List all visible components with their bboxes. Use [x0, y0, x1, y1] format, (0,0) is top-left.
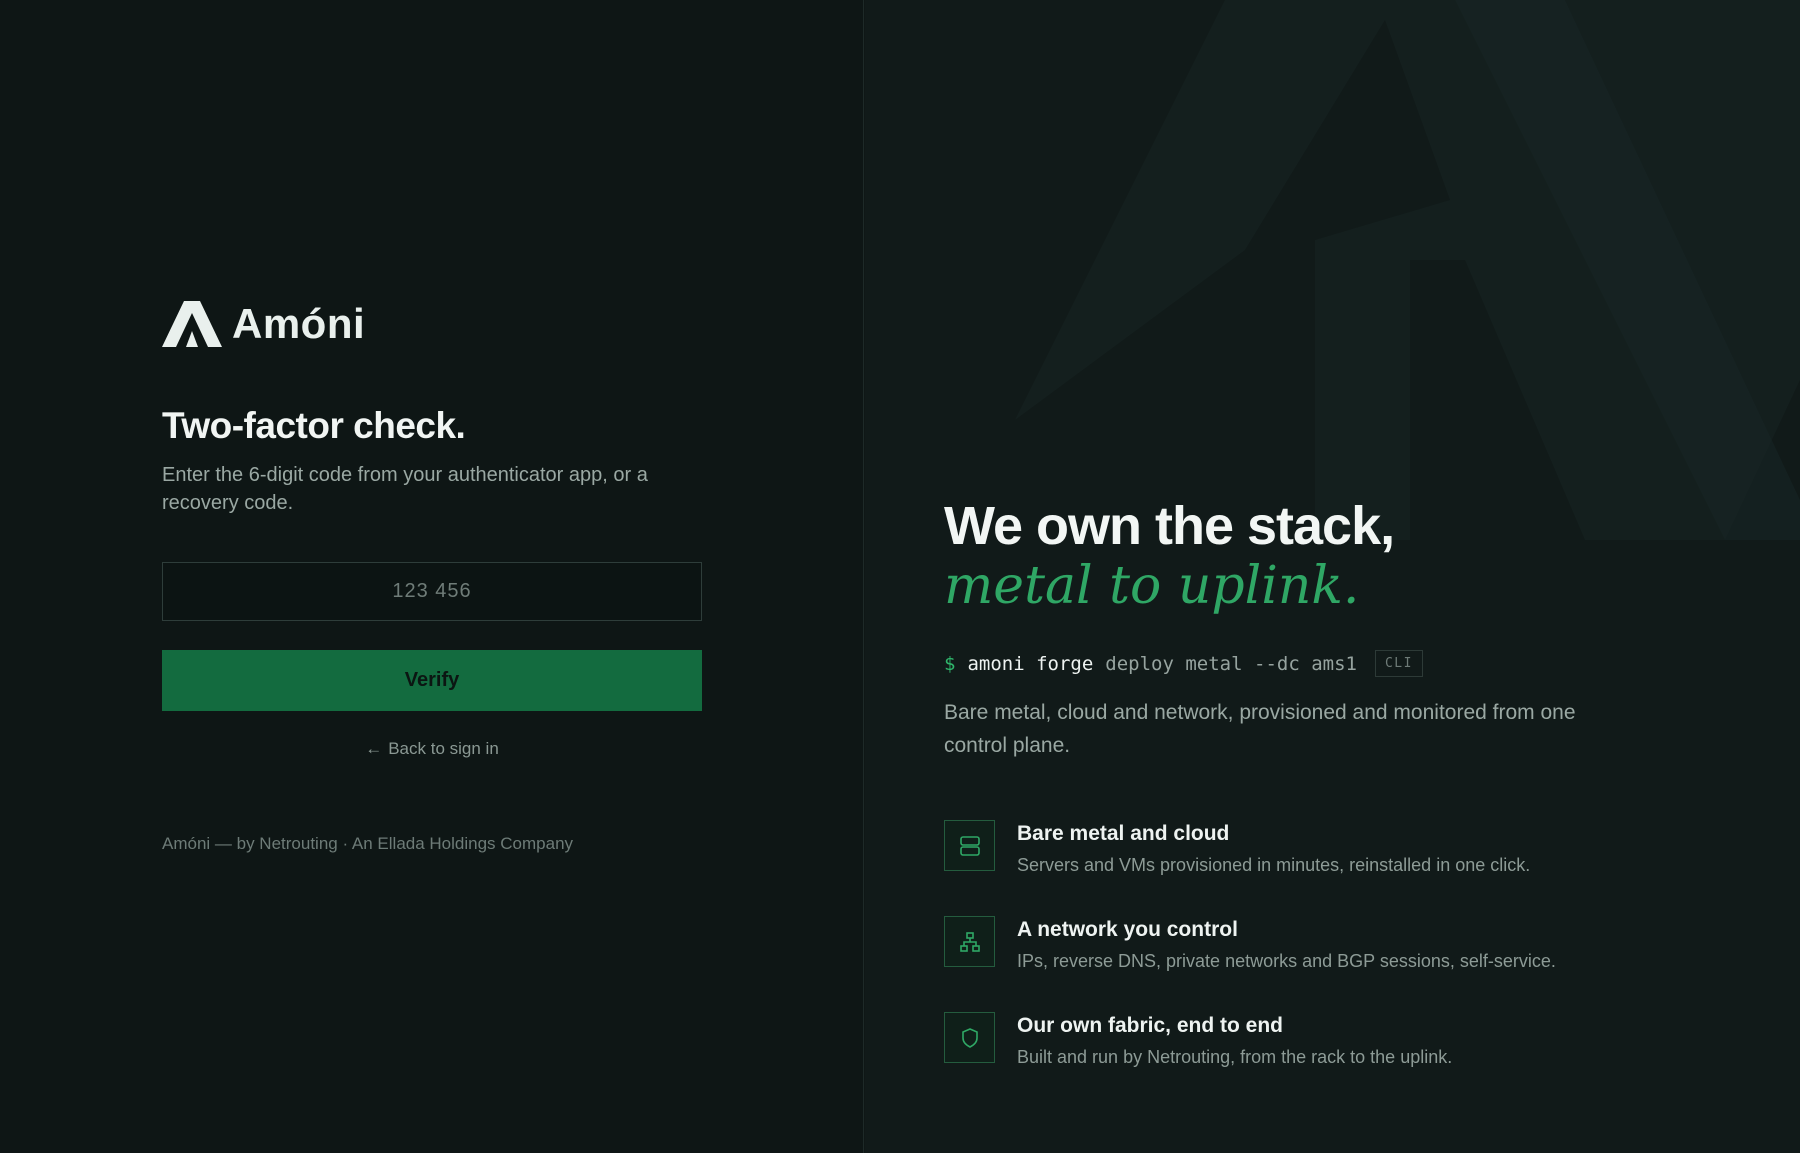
hero-headline-accent: metal to uplink.: [944, 556, 1360, 616]
feature-desc: Servers and VMs provisioned in minutes, …: [1017, 855, 1531, 875]
page-subtitle: Enter the 6-digit code from your authent…: [162, 464, 648, 514]
verify-button[interactable]: Verify: [162, 650, 702, 711]
feature-desc: Built and run by Netrouting, from the ra…: [1017, 1047, 1453, 1067]
auth-panel: Amóni Two-factor check. Enter the 6-digi…: [0, 0, 864, 1153]
hero-headline: We own the stack,: [944, 496, 1395, 556]
server-icon: [944, 820, 995, 871]
cli-badge: CLI: [1374, 650, 1423, 677]
network-icon: [944, 916, 995, 967]
cli-args: deploy metal --dc ams1: [1105, 652, 1357, 675]
footer-text: Amóni — by Netrouting · An Ellada Holdin…: [162, 834, 574, 853]
background-logo-icon: [1015, 0, 1800, 540]
page-title: Two-factor check.: [162, 405, 466, 446]
brand-logo: Amóni: [162, 300, 365, 348]
hero-description: Bare metal, cloud and network, provision…: [944, 701, 1576, 757]
feature-title: A network you control: [1017, 918, 1238, 941]
back-to-sign-in-link[interactable]: ← Back to sign in: [162, 739, 702, 759]
feature-desc: IPs, reverse DNS, private networks and B…: [1017, 951, 1556, 971]
brand-name: Amóni: [232, 300, 366, 347]
arrow-left-icon: ←: [365, 739, 383, 758]
cli-command: amoni forge: [967, 652, 1094, 675]
cli-prompt: $: [944, 652, 956, 675]
amoni-logo-icon: [162, 301, 222, 347]
feature-title: Our own fabric, end to end: [1017, 1014, 1284, 1037]
cli-snippet: $ amoni forge deploy metal --dc ams1 CLI: [944, 650, 1423, 677]
marketing-panel: We own the stack, metal to uplink. $ amo…: [865, 0, 1800, 1153]
feature-item: Bare metal and cloud Servers and VMs pro…: [944, 820, 1530, 879]
feature-item: Our own fabric, end to end Built and run…: [944, 1012, 1452, 1071]
back-link-label: Back to sign in: [388, 739, 499, 758]
feature-item: A network you control IPs, reverse DNS, …: [944, 916, 1556, 975]
code-input[interactable]: [162, 562, 702, 621]
feature-title: Bare metal and cloud: [1017, 822, 1230, 845]
shield-icon: [944, 1012, 995, 1063]
